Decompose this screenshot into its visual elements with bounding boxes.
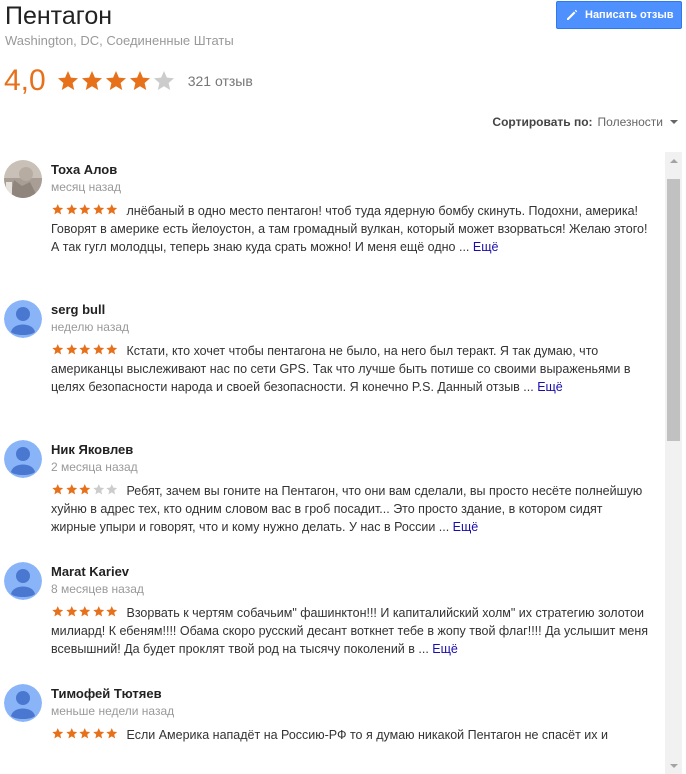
star-icon [79, 344, 91, 355]
review-text: лнёбаный в одно место пентагон! чтоб туд… [51, 202, 651, 256]
avatar-photo[interactable] [4, 160, 42, 198]
more-link[interactable]: Ещё [537, 380, 563, 394]
review-stars [51, 605, 119, 618]
star-icon [106, 728, 118, 739]
review-item: Тоха Алов месяц назад лнёбаный в одно мест… [0, 152, 664, 282]
review-date: месяц назад [51, 180, 121, 194]
review-item: Тимофей Тютяев меньше недели назад Если Ам… [0, 676, 664, 774]
scrollbar-thumb[interactable] [667, 179, 680, 441]
star-icon [52, 606, 64, 617]
review-date: неделю назад [51, 320, 129, 334]
review-text: Если Америка нападёт на Россию-РФ то я д… [51, 726, 651, 744]
star-icon [153, 71, 174, 90]
write-review-label: Написать отзыв [585, 9, 674, 21]
more-link[interactable]: Ещё [473, 240, 499, 254]
star-icon [57, 71, 78, 90]
default-avatar-icon[interactable] [4, 562, 42, 600]
star-icon [92, 728, 104, 739]
review-text: Кстати, кто хочет чтобы пентагона не был… [51, 342, 651, 396]
reviews-list: Тоха Алов месяц назад лнёбаный в одно мест… [0, 152, 664, 774]
star-icon [65, 484, 77, 495]
scroll-up-arrow-icon[interactable] [665, 152, 682, 169]
star-icon [52, 728, 64, 739]
star-icon [65, 204, 77, 215]
sort-label: Сортировать по: [492, 115, 593, 129]
star-icon [106, 344, 118, 355]
default-avatar-icon[interactable] [4, 300, 42, 338]
review-item: serg bull неделю назад Кстати, кто хочет ч… [0, 292, 664, 422]
reviews-count-link[interactable]: 321 отзыв [188, 73, 253, 89]
scrollbar[interactable] [665, 152, 682, 774]
review-text: Взорвать к чертям собачьим" фашинктон!!!… [51, 604, 651, 658]
review-body: Ребят, зачем вы гоните на Пентагон, что … [51, 484, 643, 534]
rating-stars [56, 69, 176, 93]
review-item: Marat Kariev 8 месяцев назад Взорвать к че… [0, 554, 664, 684]
review-date: 2 месяца назад [51, 460, 138, 474]
review-stars [51, 483, 119, 496]
star-icon [92, 606, 104, 617]
review-item: Ник Яковлев 2 месяца назад Ребят, зачем вы… [0, 432, 664, 562]
star-icon [79, 484, 91, 495]
star-icon [92, 344, 104, 355]
review-date: 8 месяцев назад [51, 582, 144, 596]
star-icon [92, 484, 104, 495]
star-icon [79, 606, 91, 617]
review-stars [51, 343, 119, 356]
review-body: Взорвать к чертям собачьим" фашинктон!!!… [51, 606, 649, 656]
star-icon [65, 728, 77, 739]
star-icon [79, 728, 91, 739]
star-icon [52, 204, 64, 215]
review-text: Ребят, зачем вы гоните на Пентагон, что … [51, 482, 651, 536]
star-icon [81, 71, 102, 90]
review-body: Если Америка нападёт на Россию-РФ то я д… [126, 728, 608, 742]
star-icon [106, 606, 118, 617]
review-body: лнёбаный в одно место пентагон! чтоб туд… [51, 204, 648, 254]
star-icon [129, 71, 150, 90]
star-icon [65, 606, 77, 617]
sort-dropdown[interactable]: Полезности [598, 115, 663, 129]
review-stars [51, 203, 119, 216]
star-icon [65, 344, 77, 355]
rating-value: 4,0 [4, 64, 46, 97]
star-icon [105, 71, 126, 90]
pencil-icon [567, 9, 578, 20]
star-icon [52, 344, 64, 355]
review-date: меньше недели назад [51, 704, 175, 718]
review-author[interactable]: serg bull [51, 302, 105, 317]
write-review-button[interactable]: Написать отзыв [556, 1, 682, 29]
more-link[interactable]: Ещё [453, 520, 479, 534]
star-icon [79, 204, 91, 215]
default-avatar-icon[interactable] [4, 440, 42, 478]
caret-down-icon[interactable] [670, 120, 678, 124]
place-title: Пентагон [5, 2, 113, 30]
star-icon [106, 204, 118, 215]
rating-summary: 4,0 321 отзыв [4, 63, 253, 99]
scroll-down-arrow-icon[interactable] [665, 757, 682, 774]
place-address: Washington, DC, Соединенные Штаты [5, 33, 234, 48]
default-avatar-icon[interactable] [4, 684, 42, 722]
review-author[interactable]: Marat Kariev [51, 564, 129, 579]
star-icon [92, 204, 104, 215]
review-author[interactable]: Тоха Алов [51, 162, 117, 177]
star-icon [106, 484, 118, 495]
more-link[interactable]: Ещё [432, 642, 458, 656]
review-stars [51, 727, 119, 740]
star-icon [52, 484, 64, 495]
sort-control[interactable]: Сортировать по: Полезности [492, 115, 678, 129]
review-author[interactable]: Тимофей Тютяев [51, 686, 162, 701]
review-author[interactable]: Ник Яковлев [51, 442, 133, 457]
